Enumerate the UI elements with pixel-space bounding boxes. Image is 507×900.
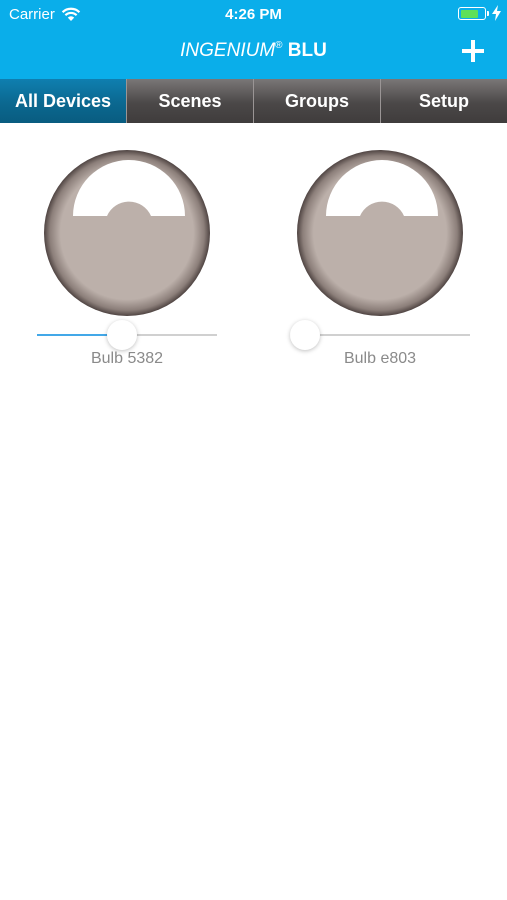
brand-name: INGENIUM [180,40,276,61]
app-title: INGENIUM® BLU [0,40,507,62]
slider-thumb[interactable] [106,320,137,350]
status-time: 4:26 PM [225,6,282,23]
battery-icon [458,7,489,20]
status-bar: Carrier 4:26 PM [0,0,507,28]
charging-bolt-icon [492,5,501,21]
tab-all-devices[interactable]: All Devices [0,79,126,123]
brightness-slider[interactable] [290,320,470,350]
bulb-icon[interactable] [37,150,217,320]
device-name: Bulb e803 [343,350,417,367]
tab-groups[interactable]: Groups [253,79,380,123]
bulb-icon[interactable] [290,150,470,320]
tab-label: Groups [284,90,349,111]
tab-label: Scenes [158,90,222,111]
registered-mark: ® [275,40,283,51]
brightness-slider[interactable] [37,320,217,350]
slider-thumb[interactable] [290,320,320,350]
tab-scenes[interactable]: Scenes [126,79,253,123]
device-name: Bulb 5382 [90,350,164,367]
tab-label: All Devices [14,90,112,111]
device-card: Bulb e803 [290,150,470,380]
brand-suffix: BLU [287,40,327,61]
device-card: Bulb 5382 [37,150,217,380]
add-device-button[interactable] [458,36,488,66]
top-bar: Carrier 4:26 PM INGENIUM® BLU [0,0,507,79]
tab-bar: All Devices Scenes Groups Setup [0,79,507,123]
tab-label: Setup [418,90,469,111]
tab-setup[interactable]: Setup [380,79,507,123]
